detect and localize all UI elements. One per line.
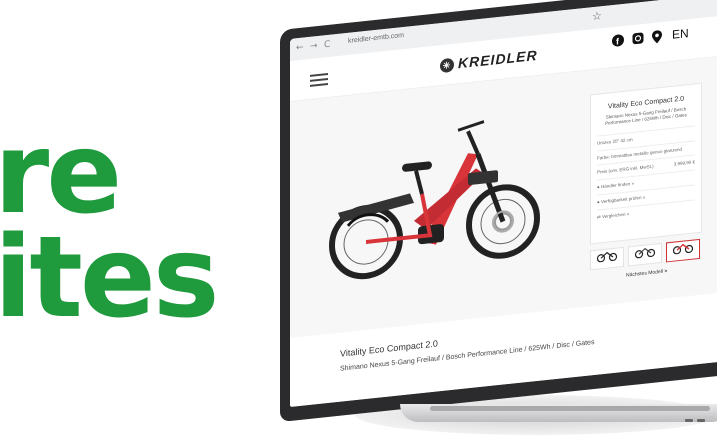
hero-text-line2: ites (0, 213, 220, 343)
price-value: 3.999,90 € (673, 159, 695, 167)
product-panel: Vitality Eco Compact 2.0 Shimano Nexus 5… (590, 82, 702, 245)
back-button[interactable]: ← (296, 43, 304, 54)
instagram-icon[interactable] (632, 32, 644, 49)
bike-thumb-dark[interactable] (628, 242, 662, 267)
next-model-label: Nächstes Modell (626, 268, 663, 279)
reload-button[interactable]: C (324, 40, 330, 51)
dealer-link-label: Händler finden » (600, 181, 634, 190)
menu-icon[interactable] (310, 72, 328, 87)
forward-button[interactable]: → (310, 41, 318, 52)
logo-text: KREIDLER (458, 46, 538, 72)
url-bar[interactable]: kreidler-emtb.com (348, 32, 404, 45)
product-specs: Shimano Nexus 5-Gang Freilauf / Bosch Pe… (340, 338, 595, 373)
laptop-led-right (697, 419, 705, 422)
language-switch[interactable]: EN (672, 26, 689, 42)
e-bike-image (329, 120, 540, 280)
laptop-led-left (685, 419, 693, 422)
laptop-lid: ← → C kreidler-emtb.com ☆ ✳ KREIDLER f EN (280, 0, 717, 422)
thumbnail-strip (590, 238, 700, 271)
facebook-icon[interactable]: f (612, 34, 624, 51)
laptop-screen: ← → C kreidler-emtb.com ☆ ✳ KREIDLER f EN (290, 0, 717, 407)
laptop-base-edge (430, 406, 710, 411)
next-model-link[interactable]: Nächstes Modell > (626, 268, 667, 278)
bookmark-star-icon[interactable]: ☆ (592, 9, 602, 23)
availability-link-label: Verfügbarkeit prüfen » (600, 194, 646, 205)
product-stage: Vitality Eco Compact 2.0 Shimano Nexus 5… (290, 53, 717, 338)
compare-link-label: Vergleichen » (602, 211, 630, 220)
location-icon[interactable] (652, 30, 662, 48)
bike-thumb-black[interactable] (590, 246, 624, 271)
chevron-right-icon: > (664, 268, 668, 275)
kreidler-logo[interactable]: ✳ KREIDLER (440, 47, 538, 74)
logo-mark-icon: ✳ (440, 58, 454, 74)
bike-thumb-red[interactable] (666, 238, 700, 263)
